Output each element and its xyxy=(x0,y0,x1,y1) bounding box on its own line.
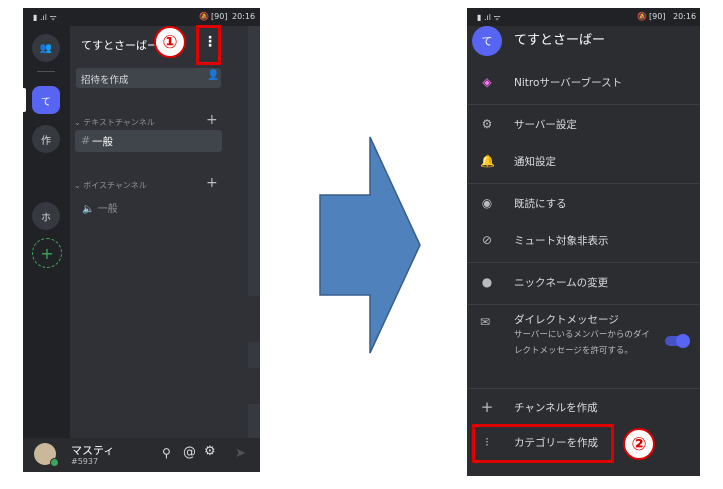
active-pill xyxy=(23,88,26,112)
dm-toggle[interactable] xyxy=(665,334,690,348)
signal-icon: ▮ .ıl ᯤ xyxy=(477,13,501,22)
status-time: 20:16 xyxy=(232,12,256,21)
menu-item-notification-settings[interactable]: 🔔 通知設定 xyxy=(467,147,700,177)
speaker-icon: 🔈 xyxy=(82,204,95,215)
toggle-knob xyxy=(676,334,690,348)
chat-preview-strip xyxy=(248,26,260,472)
menu-item-change-nickname[interactable]: ● ニックネームの変更 xyxy=(467,268,700,298)
mute-icon: 🔕 xyxy=(637,12,647,21)
right-phone-screen: ▮ .ıl ᯤ 🔕 [90] 20:16 て てすとさーばー ◈ Nitroサー… xyxy=(467,8,700,476)
plus-icon: + xyxy=(480,398,494,416)
eye-icon: ◉ xyxy=(481,196,493,210)
online-status-icon xyxy=(50,458,59,467)
status-bar: ▮ .ıl ᯤ 🔕 [90] 20:16 xyxy=(23,8,260,26)
mute-icon: 🔕 xyxy=(199,12,209,21)
divider xyxy=(467,304,700,305)
server-rail: 👥 て 作 ホ + xyxy=(23,26,70,438)
menu-item-hide-muted[interactable]: ⊘ ミュート対象非表示 xyxy=(467,226,700,256)
battery-icon: [90] xyxy=(211,12,228,21)
battery-icon: [90] xyxy=(649,12,666,21)
server-title: てすとさーばー xyxy=(81,39,158,52)
channel-item-general-text[interactable]: # 一般 xyxy=(75,130,222,152)
preview-card xyxy=(248,296,260,342)
category-voice[interactable]: ⌄ ボイスチャンネル xyxy=(74,180,147,191)
add-person-icon: 👤 xyxy=(207,70,220,81)
server-icon-te[interactable]: て xyxy=(32,86,60,114)
server-icon-saku[interactable]: 作 xyxy=(32,125,60,153)
bell-icon: 🔔 xyxy=(480,154,495,168)
username: マスティ xyxy=(71,444,115,457)
dm-icon: ✉ xyxy=(480,315,491,329)
gear-icon[interactable]: ⚙ xyxy=(204,444,216,459)
menu-item-server-settings[interactable]: ⚙ サーバー設定 xyxy=(467,110,700,140)
boost-icon: ◈ xyxy=(482,75,492,89)
highlight-create-category xyxy=(472,424,614,463)
signal-icon: ▮ .ıl ᯤ xyxy=(33,13,57,22)
add-voice-channel-icon[interactable]: + xyxy=(206,175,218,191)
search-icon[interactable]: ⚲ xyxy=(162,446,171,460)
hash-icon: # xyxy=(81,134,91,147)
menu-item-nitro-boost[interactable]: ◈ Nitroサーバーブースト xyxy=(467,68,700,98)
channel-item-general-voice[interactable]: 🔈 一般 xyxy=(82,200,118,215)
invite-button[interactable]: 招待を作成 👤 xyxy=(76,68,221,88)
server-title: てすとさーばー xyxy=(514,33,606,48)
dm-description: サーバーにいるメンバーからのダイレクトメッセージを許可する。 xyxy=(514,330,650,356)
divider xyxy=(467,388,700,389)
menu-item-create-channel[interactable]: + チャンネルを作成 xyxy=(467,393,700,423)
menu-item-mark-read[interactable]: ◉ 既読にする xyxy=(467,189,700,219)
dm-label: ダイレクトメッセージ xyxy=(514,314,619,326)
status-time: 20:16 xyxy=(673,12,697,21)
invite-label: 招待を作成 xyxy=(81,75,129,86)
divider xyxy=(467,262,700,263)
add-server-icon[interactable]: + xyxy=(32,238,62,268)
user-tag: #5937 xyxy=(71,457,99,466)
send-icon: ➤ xyxy=(235,446,246,461)
divider xyxy=(467,183,700,184)
server-icon-ho[interactable]: ホ xyxy=(32,202,60,230)
arrow-shape xyxy=(319,136,421,354)
eye-off-icon: ⊘ xyxy=(481,233,493,247)
status-bar: ▮ .ıl ᯤ 🔕 [90] 20:16 xyxy=(467,8,700,26)
step-marker-2: ② xyxy=(623,428,655,460)
left-phone-screen: ▮ .ıl ᯤ 🔕 [90] 20:16 👥 て 作 ホ + てすとさーばー ⋮… xyxy=(23,8,260,472)
category-text[interactable]: ⌄ テキストチャンネル xyxy=(74,117,155,128)
flow-arrow xyxy=(319,136,421,354)
gear-icon: ⚙ xyxy=(481,117,493,131)
divider xyxy=(467,104,700,105)
user-panel: マスティ #5937 ⚲ @ ⚙ ➤ xyxy=(23,438,260,472)
highlight-more-options xyxy=(196,25,221,65)
person-icon: ● xyxy=(481,275,493,289)
channel-label: 一般 xyxy=(92,136,113,148)
menu-item-direct-messages[interactable]: ✉ ダイレクトメッセージ サーバーにいるメンバーからのダイレクトメッセージを許可… xyxy=(467,308,700,378)
server-avatar: て xyxy=(472,26,502,56)
rail-divider xyxy=(37,71,55,72)
add-channel-icon[interactable]: + xyxy=(206,112,218,128)
preview-card xyxy=(248,368,260,404)
step-marker-1: ① xyxy=(154,26,186,58)
friends-icon[interactable]: 👥 xyxy=(32,34,60,62)
mention-icon[interactable]: @ xyxy=(183,445,196,460)
channel-list: てすとさーばー ⋮ 招待を作成 👤 ⌄ テキストチャンネル + # 一般 ⌄ ボ… xyxy=(70,26,248,438)
